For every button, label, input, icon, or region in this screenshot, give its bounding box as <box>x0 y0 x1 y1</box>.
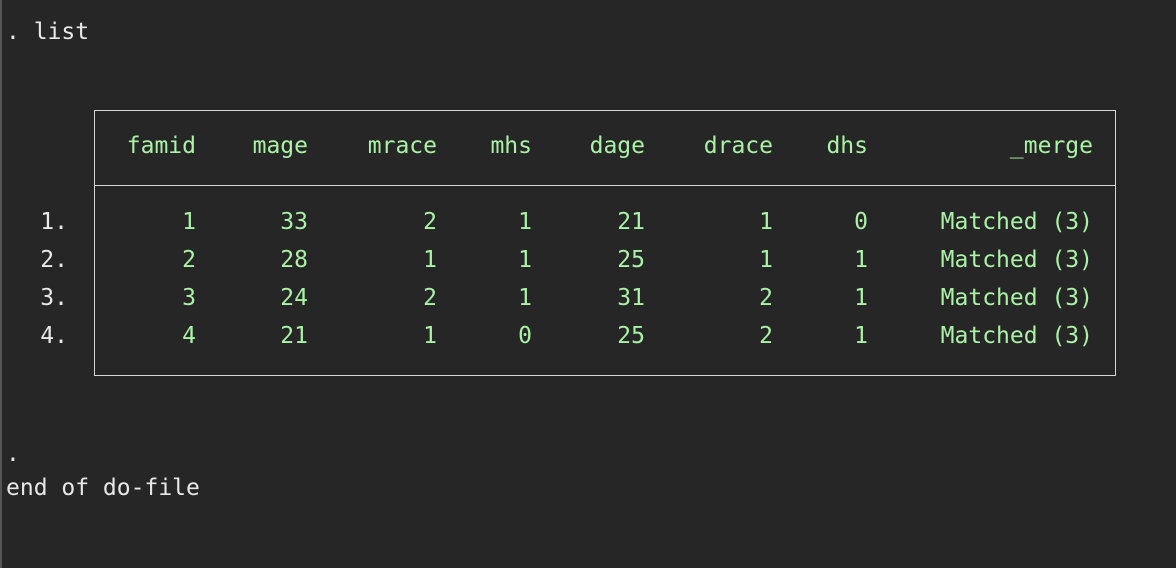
column-header-dage: dage <box>589 133 645 159</box>
table-cell: Matched (3) <box>940 247 1093 273</box>
prompt-dot: . <box>6 441 20 467</box>
table-cell: 21 <box>617 209 645 235</box>
end-of-do-file-message: end of do-file <box>6 475 200 501</box>
table-cell: 4 <box>182 323 196 349</box>
column-header-dhs: dhs <box>826 133 868 159</box>
table-cell: 1 <box>423 323 437 349</box>
column-header-mage: mage <box>252 133 308 159</box>
row-number: 2. <box>40 247 68 273</box>
table-cell: 21 <box>280 323 308 349</box>
table-cell: Matched (3) <box>940 323 1093 349</box>
row-number: 4. <box>40 323 68 349</box>
table-cell: 2 <box>182 247 196 273</box>
table-cell: 2 <box>423 209 437 235</box>
column-header-drace: drace <box>703 133 773 159</box>
column-header-famid: famid <box>126 133 196 159</box>
table-cell: Matched (3) <box>940 209 1093 235</box>
table-cell: 3 <box>182 285 196 311</box>
table-cell: 1 <box>854 285 868 311</box>
table-cell: 28 <box>280 247 308 273</box>
table-header-separator <box>94 185 1116 186</box>
row-number: 1. <box>40 209 68 235</box>
table-cell: 1 <box>423 247 437 273</box>
table-cell: 1 <box>759 247 773 273</box>
row-number: 3. <box>40 285 68 311</box>
table-cell: 2 <box>759 323 773 349</box>
table-cell: 31 <box>617 285 645 311</box>
table-cell: 1 <box>854 247 868 273</box>
column-header-mhs: mhs <box>490 133 532 159</box>
table-cell: 1 <box>518 247 532 273</box>
column-header-merge: _merge <box>1009 133 1093 159</box>
table-cell: 0 <box>518 323 532 349</box>
table-cell: 1 <box>182 209 196 235</box>
command-line: . list <box>6 19 90 45</box>
table-cell: 1 <box>518 209 532 235</box>
table-cell: 2 <box>423 285 437 311</box>
table-cell: 2 <box>759 285 773 311</box>
table-cell: 25 <box>617 247 645 273</box>
table-cell: 0 <box>854 209 868 235</box>
table-cell: 1 <box>518 285 532 311</box>
table-cell: 24 <box>280 285 308 311</box>
table-cell: 33 <box>280 209 308 235</box>
column-header-mrace: mrace <box>367 133 437 159</box>
table-cell: Matched (3) <box>940 285 1093 311</box>
table-cell: 1 <box>759 209 773 235</box>
window-left-border <box>0 0 2 568</box>
table-cell: 25 <box>617 323 645 349</box>
table-cell: 1 <box>854 323 868 349</box>
